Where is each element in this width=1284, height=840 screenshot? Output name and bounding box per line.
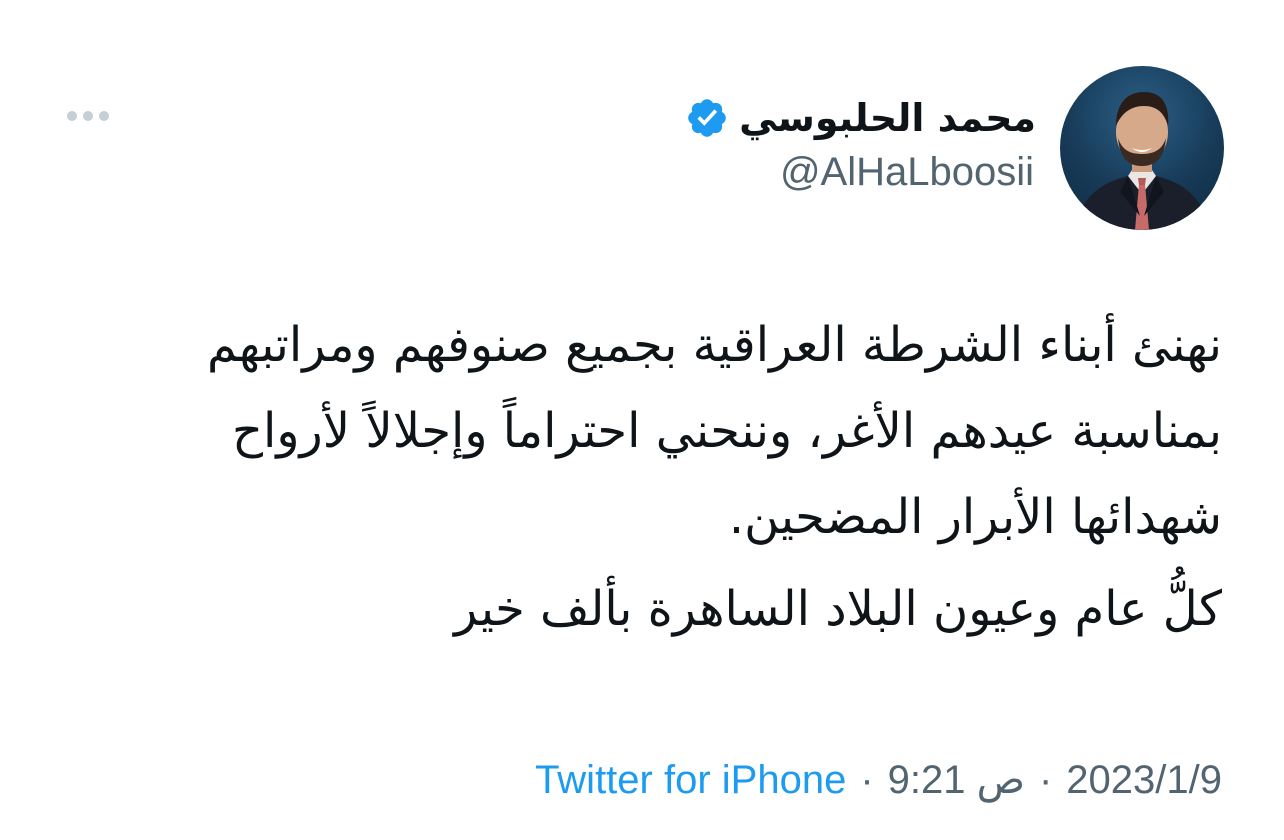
avatar-image	[1074, 92, 1210, 230]
separator: ·	[860, 757, 874, 802]
separator: ·	[1038, 757, 1053, 802]
tweet-card: محمد الحلبوسي @AlHaLboosii نهنئ أبناء ال…	[0, 0, 1284, 840]
author-name-row: محمد الحلبوسي	[685, 88, 1036, 148]
tweet-paragraph: نهنئ أبناء الشرطة العراقية بجميع صنوفهم …	[206, 317, 1222, 545]
tweet-date[interactable]: 2023/1/9	[1066, 758, 1222, 803]
tweet-time[interactable]: 9:21 ص	[888, 757, 1025, 803]
tweet-text: نهنئ أبناء الشرطة العراقية بجميع صنوفهم …	[82, 302, 1222, 652]
tweet-paragraph: كلُّ عام وعيون البلاد الساهرة بألف خير	[454, 581, 1222, 637]
avatar[interactable]	[1060, 66, 1224, 230]
verified-badge-icon	[685, 96, 729, 140]
author-display-name[interactable]: محمد الحلبوسي	[739, 96, 1036, 140]
tweet-source-link[interactable]: Twitter for iPhone	[535, 758, 846, 803]
author-handle[interactable]: @AlHaLboosii	[780, 150, 1034, 195]
more-options-button[interactable]	[60, 96, 116, 136]
tweet-metadata: Twitter for iPhone · 9:21 ص · 2023/1/9	[535, 750, 1222, 810]
more-horizontal-icon	[67, 111, 109, 121]
